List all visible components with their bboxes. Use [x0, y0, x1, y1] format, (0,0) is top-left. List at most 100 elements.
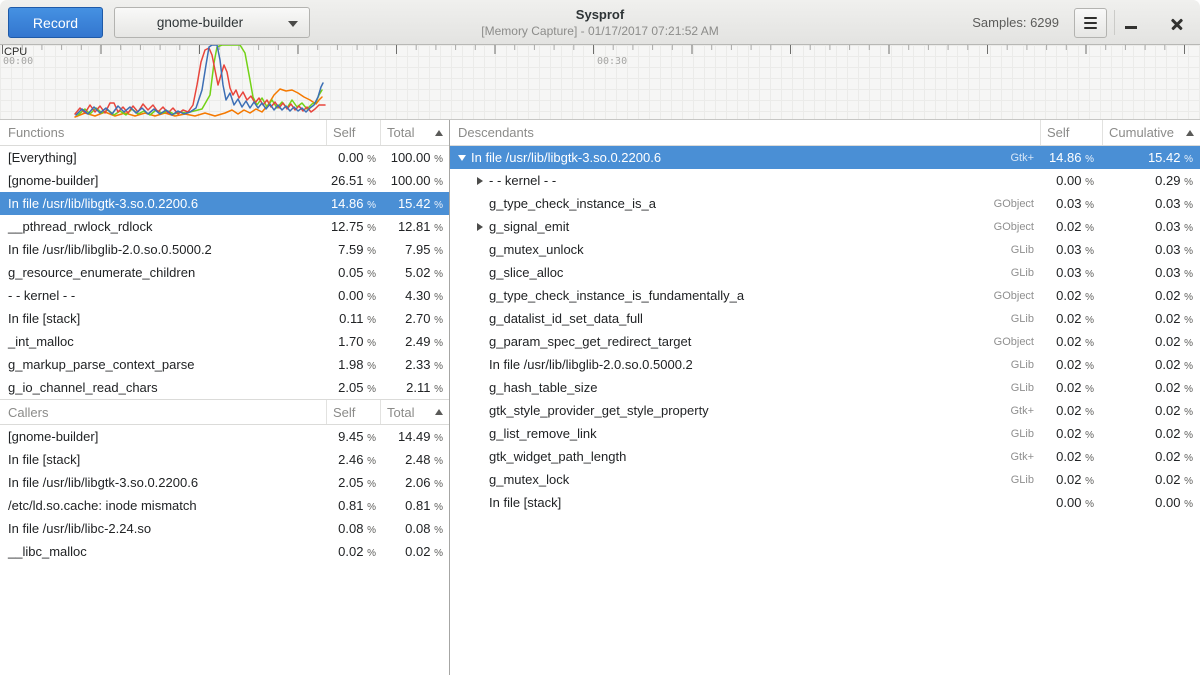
- table-row[interactable]: g_signal_emitGObject0.02 %0.03 %: [450, 215, 1200, 238]
- symbol-name: g_type_check_instance_is_a: [489, 196, 656, 211]
- total-value: 100.00 %: [380, 173, 449, 188]
- table-row[interactable]: In file /usr/lib/libc-2.24.so0.08 %0.08 …: [0, 517, 449, 540]
- column-header-callers[interactable]: Callers: [0, 400, 326, 424]
- table-row[interactable]: g_param_spec_get_redirect_targetGObject0…: [450, 330, 1200, 353]
- expander-expanded-icon[interactable]: [456, 152, 468, 164]
- cpu-line-blue: [76, 45, 323, 115]
- table-row[interactable]: g_resource_enumerate_children0.05 %5.02 …: [0, 261, 449, 284]
- cumulative-value: 0.02 %: [1102, 380, 1200, 395]
- symbol-name: g_type_check_instance_is_fundamentally_a: [489, 288, 744, 303]
- table-row[interactable]: g_list_remove_linkGLib0.02 %0.02 %: [450, 422, 1200, 445]
- minimize-button[interactable]: [1114, 0, 1148, 45]
- column-header-cumulative[interactable]: Cumulative: [1102, 120, 1200, 145]
- table-row[interactable]: In file [stack]0.00 %0.00 %: [450, 491, 1200, 514]
- library-tag: GLib: [1011, 244, 1040, 256]
- hamburger-icon: [1084, 17, 1097, 29]
- record-button[interactable]: Record: [8, 7, 103, 38]
- table-row[interactable]: __pthread_rwlock_rdlock12.75 %12.81 %: [0, 215, 449, 238]
- total-value: 7.95 %: [380, 242, 449, 257]
- table-row[interactable]: g_io_channel_read_chars2.05 %2.11 %: [0, 376, 449, 399]
- symbol-name: g_io_channel_read_chars: [0, 380, 326, 395]
- profile-panes: Functions Self Total [Everything]0.00 %1…: [0, 120, 1200, 675]
- time-label: 00:30: [597, 56, 627, 67]
- table-row[interactable]: g_markup_parse_context_parse1.98 %2.33 %: [0, 353, 449, 376]
- table-row[interactable]: g_hash_table_sizeGLib0.02 %0.02 %: [450, 376, 1200, 399]
- table-row[interactable]: In file [stack]2.46 %2.48 %: [0, 448, 449, 471]
- table-row[interactable]: g_mutex_unlockGLib0.03 %0.03 %: [450, 238, 1200, 261]
- table-row[interactable]: _int_malloc1.70 %2.49 %: [0, 330, 449, 353]
- symbol-name: g_datalist_id_set_data_full: [489, 311, 643, 326]
- table-row[interactable]: gtk_style_provider_get_style_propertyGtk…: [450, 399, 1200, 422]
- symbol-name: In file [stack]: [0, 311, 326, 326]
- self-value: 14.86 %: [326, 196, 380, 211]
- expander-spacer: [474, 451, 486, 463]
- self-value: 0.02 %: [1040, 403, 1102, 418]
- menu-button[interactable]: [1074, 8, 1107, 38]
- table-row[interactable]: g_type_check_instance_is_fundamentally_a…: [450, 284, 1200, 307]
- library-tag: GLib: [1011, 267, 1040, 279]
- symbol-name: - - kernel - -: [489, 173, 556, 188]
- symbol-name: In file /usr/lib/libgtk-3.so.0.2200.6: [471, 150, 661, 165]
- expander-spacer: [474, 313, 486, 325]
- self-value: 0.02 %: [1040, 334, 1102, 349]
- symbol-name: In file /usr/lib/libgtk-3.so.0.2200.6: [0, 196, 326, 211]
- cumulative-value: 0.29 %: [1102, 173, 1200, 188]
- table-row[interactable]: [gnome-builder]26.51 %100.00 %: [0, 169, 449, 192]
- process-selector[interactable]: gnome-builder: [114, 7, 310, 38]
- table-row[interactable]: g_mutex_lockGLib0.02 %0.02 %: [450, 468, 1200, 491]
- self-value: 0.02 %: [1040, 357, 1102, 372]
- symbol-name: In file [stack]: [0, 452, 326, 467]
- total-value: 14.49 %: [380, 429, 449, 444]
- table-row[interactable]: [Everything]0.00 %100.00 %: [0, 146, 449, 169]
- column-header-self[interactable]: Self: [326, 400, 380, 424]
- table-row[interactable]: In file /usr/lib/libgtk-3.so.0.2200.6Gtk…: [450, 146, 1200, 169]
- functions-table: [Everything]0.00 %100.00 %[gnome-builder…: [0, 146, 449, 399]
- table-row[interactable]: g_slice_allocGLib0.03 %0.03 %: [450, 261, 1200, 284]
- symbol-name: [gnome-builder]: [0, 429, 326, 444]
- symbol-name: [gnome-builder]: [0, 173, 326, 188]
- table-row[interactable]: - - kernel - -0.00 %4.30 %: [0, 284, 449, 307]
- table-row[interactable]: In file /usr/lib/libgtk-3.so.0.2200.62.0…: [0, 471, 449, 494]
- table-row[interactable]: - - kernel - -0.00 %0.29 %: [450, 169, 1200, 192]
- symbol-name: /etc/ld.so.cache: inode mismatch: [0, 498, 326, 513]
- self-value: 0.11 %: [326, 311, 380, 326]
- library-tag: Gtk+: [1010, 451, 1040, 463]
- symbol-name: g_param_spec_get_redirect_target: [489, 334, 691, 349]
- table-row[interactable]: [gnome-builder]9.45 %14.49 %: [0, 425, 449, 448]
- functions-pane: Functions Self Total [Everything]0.00 %1…: [0, 120, 450, 675]
- table-row[interactable]: g_datalist_id_set_data_fullGLib0.02 %0.0…: [450, 307, 1200, 330]
- cpu-graph[interactable]: CPU 00:0000:30: [0, 45, 1200, 120]
- table-row[interactable]: __libc_malloc0.02 %0.02 %: [0, 540, 449, 563]
- column-header-total[interactable]: Total: [380, 400, 449, 424]
- close-button[interactable]: [1160, 0, 1194, 45]
- cumulative-value: 0.02 %: [1102, 426, 1200, 441]
- table-row[interactable]: /etc/ld.so.cache: inode mismatch0.81 %0.…: [0, 494, 449, 517]
- column-header-total[interactable]: Total: [380, 120, 449, 145]
- table-row[interactable]: g_type_check_instance_is_aGObject0.03 %0…: [450, 192, 1200, 215]
- cumulative-value: 0.03 %: [1102, 196, 1200, 211]
- column-header-self[interactable]: Self: [326, 120, 380, 145]
- table-row[interactable]: In file [stack]0.11 %2.70 %: [0, 307, 449, 330]
- self-value: 14.86 %: [1040, 150, 1102, 165]
- table-row[interactable]: In file /usr/lib/libgtk-3.so.0.2200.614.…: [0, 192, 449, 215]
- expander-collapsed-icon[interactable]: [474, 175, 486, 187]
- column-header-descendants[interactable]: Descendants: [450, 120, 1040, 145]
- symbol-name: [Everything]: [0, 150, 326, 165]
- table-row[interactable]: In file /usr/lib/libglib-2.0.so.0.5000.2…: [0, 238, 449, 261]
- cumulative-value: 0.02 %: [1102, 472, 1200, 487]
- symbol-name: g_mutex_lock: [489, 472, 569, 487]
- sort-ascending-icon: [1186, 130, 1194, 136]
- symbol-name: In file /usr/lib/libc-2.24.so: [0, 521, 326, 536]
- symbol-name: _int_malloc: [0, 334, 326, 349]
- expander-collapsed-icon[interactable]: [474, 221, 486, 233]
- column-header-self[interactable]: Self: [1040, 120, 1102, 145]
- self-value: 0.02 %: [1040, 426, 1102, 441]
- table-row[interactable]: gtk_widget_path_lengthGtk+0.02 %0.02 %: [450, 445, 1200, 468]
- self-value: 0.03 %: [1040, 242, 1102, 257]
- samples-count: Samples: 6299: [972, 0, 1059, 45]
- column-header-functions[interactable]: Functions: [0, 120, 326, 145]
- library-tag: GObject: [994, 290, 1040, 302]
- total-value: 4.30 %: [380, 288, 449, 303]
- library-tag: GLib: [1011, 382, 1040, 394]
- table-row[interactable]: In file /usr/lib/libglib-2.0.so.0.5000.2…: [450, 353, 1200, 376]
